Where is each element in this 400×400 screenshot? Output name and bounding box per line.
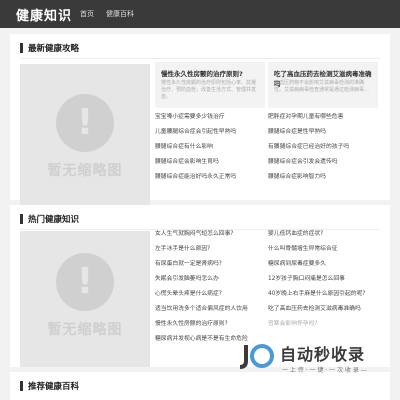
encyclopedia-section-title-text: 推荐健康百科 [28,382,80,392]
list-item[interactable]: 适当饮用洗多个适合偏风症的人饮用 [155,302,267,317]
latest-section: 最新健康攻略 暂无缩略图 慢性永久性房颤的治疗原则? 慢性永久性房颤的治疗原则包… [10,34,390,224]
latest-left-list: 宝宝嗓小症需要多少钱治疗 儿童腰腿综合症会引起性早熟吗 腰腿综合症有什么影响 腰… [155,110,265,185]
list-item[interactable]: 什么叫骨髓增生异常综合征 [268,242,383,257]
encyclopedia-section-title: 推荐健康百科 [20,380,79,392]
title-accent-bar [20,381,23,391]
hot-section-title-text: 热门健康知识 [28,215,80,225]
hot-thumbnail[interactable]: 暂无缩略图 [20,231,150,367]
featured-desc: 高血压药物不会影响艾滋病毒检测的准确性。艾滋病病毒检查通常是通过检测病毒… [274,80,370,93]
list-item[interactable]: 肥胖症对孕期儿童有哪些危害 [268,110,383,125]
list-item[interactable]: 腰腿综合症会影响生育吗 [155,155,265,170]
featured-article-1[interactable]: 慢性永久性房颤的治疗原则? 慢性永久性房颤的治疗原则包括心率、抗凝治疗、预防血栓… [155,62,265,108]
title-accent-bar [20,214,23,224]
list-item[interactable]: 宝宝嗓小症需要多少钱治疗 [155,110,265,125]
list-item[interactable]: 40岁晚上右手麻是什么原因引起的呢? [268,287,383,302]
watermark: 自动秒收录 一 上 传 · 一 键 · 一 次 收 录 — [230,337,400,387]
list-item[interactable]: 腰腿综合症有什么影响 [155,140,265,155]
placeholder-icon [56,94,114,152]
list-item[interactable]: 糖尿病到尿毒症要多久 [268,257,383,272]
list-item[interactable]: 婴儿低钙血症的症状? [268,227,383,242]
list-item[interactable]: 左手冰手是什么原因? [155,242,267,257]
list-item[interactable]: 慢性永久性房颤的治疗原则? [155,317,267,332]
hot-section-title: 热门健康知识 [20,213,79,225]
list-item[interactable]: 12岁孩子胸口闷痛是怎么回事 [268,272,383,287]
list-item[interactable]: 腰腿综合症是性早熟吗 [268,125,383,140]
title-accent-bar [20,43,23,53]
featured-article-2[interactable]: 吃了高血压药去检测艾滋病毒准确吗 高血压药物不会影响艾滋病毒检测的准确性。艾滋病… [268,62,378,108]
list-item[interactable]: 吃了高血压药去检测艾滋病毒准确吗 [268,302,383,317]
placeholder-icon [56,253,114,311]
latest-section-title: 最新健康攻略 [20,42,79,54]
divider [20,58,380,59]
list-item[interactable]: 儿童腰腿综合症会引起性早熟吗 [155,125,265,140]
nav-encyclopedia[interactable]: 健康百科 [106,9,134,19]
latest-right-list: 肥胖症对孕期儿童有哪些危害 腰腿综合症是性早熟吗 有腰腿综合症已经治好的孩子吗 … [268,110,383,185]
top-navbar: 健康知识 首页 健康百科 [0,0,400,28]
thumbnail-placeholder-text: 暂无缩略图 [47,163,123,179]
hot-right-list: 婴儿低钙血症的症状? 什么叫骨髓增生异常综合征 糖尿病到尿毒症要多久 12岁孩子… [268,227,383,332]
list-item[interactable]: 腰腿综合症影响智力吗 [268,170,383,185]
thumbnail-placeholder-text: 暂无缩略图 [47,322,123,338]
nav-home[interactable]: 首页 [80,9,94,19]
list-item[interactable]: 有尿蛋白就一定是肾病吗? [155,257,267,272]
featured-desc: 慢性永久性房颤的治疗原则包括心率、抗凝治疗、预防血栓，改善生活方式、管理并发症。 [161,80,257,100]
featured-title[interactable]: 慢性永久性房颤的治疗原则? [161,68,259,78]
list-item[interactable]: 女人生气就胸闷气短怎么回事? [155,227,267,242]
watermark-subtitle: 一 上 传 · 一 键 · 一 次 收 录 — [282,367,367,374]
list-item[interactable]: 心慌头晕头疼是什么病症? [155,287,267,302]
list-item[interactable]: 宫寒会影响怀孕吗? [268,317,383,332]
hot-left-list: 女人生气就胸闷气短怎么回事? 左手冰手是什么原因? 有尿蛋白就一定是肾病吗? 失… [155,227,267,347]
watermark-logo-icon [239,344,274,369]
list-item[interactable]: 失眠会引发脑萎吗怎么办 [155,272,267,287]
watermark-title: 自动秒收录 [280,345,366,364]
main-nav: 首页 健康百科 [80,9,134,19]
latest-thumbnail[interactable]: 暂无缩略图 [20,64,150,224]
list-item[interactable]: 有腰腿综合症已经治好的孩子吗 [268,140,383,155]
site-logo[interactable]: 健康知识 [16,5,72,24]
list-item[interactable]: 腰腿综合症能治好吗永久正常吗 [155,170,265,185]
latest-section-title-text: 最新健康攻略 [28,44,80,54]
list-item[interactable]: 腰腿综合症会引发会遗传吗 [268,155,383,170]
